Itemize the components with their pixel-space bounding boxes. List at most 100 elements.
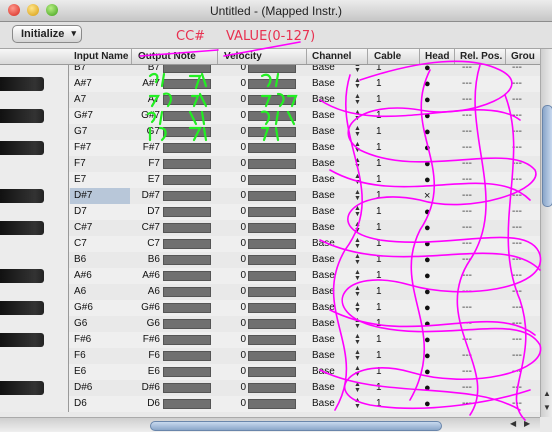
cable-value[interactable]: 1	[376, 268, 382, 284]
velocity-value[interactable]: 0	[226, 396, 246, 412]
scroll-up-arrow-icon[interactable]: ▲	[543, 389, 551, 398]
channel-value[interactable]: Base	[312, 300, 335, 316]
input-name-cell[interactable]: F#7	[70, 140, 130, 156]
table-row[interactable]: C7 C7 0 Base ▲ ▼ 1 ● --- ---	[0, 236, 540, 252]
group-value[interactable]: ---	[512, 76, 522, 92]
note-head-icon[interactable]: ●	[424, 172, 431, 188]
table-row[interactable]: D7 D7 0 Base ▲ ▼ 1 ● --- ---	[0, 204, 540, 220]
output-note-value[interactable]: D#7	[134, 188, 160, 204]
input-name-cell[interactable]: D7	[70, 204, 130, 220]
note-head-icon[interactable]: ●	[424, 252, 431, 268]
velocity-value[interactable]: 0	[226, 364, 246, 380]
piano-key[interactable]	[0, 220, 69, 236]
cable-value[interactable]: 1	[376, 252, 382, 268]
output-note-slider[interactable]	[163, 303, 211, 313]
channel-stepper-icon[interactable]: ▲▼	[354, 189, 361, 202]
input-name-cell[interactable]: F#6	[70, 332, 130, 348]
channel-stepper-icon[interactable]: ▲▼	[354, 77, 361, 90]
output-note-slider[interactable]	[163, 335, 211, 345]
group-value[interactable]: ---	[512, 65, 522, 76]
channel-value[interactable]: Base	[312, 108, 335, 124]
group-value[interactable]: ---	[512, 108, 522, 124]
table-row[interactable]: F6 F6 0 Base ▲ ▼ 1 ● --- ---	[0, 348, 540, 364]
velocity-value[interactable]: 0	[226, 268, 246, 284]
group-value[interactable]: ---	[512, 156, 522, 172]
output-note-value[interactable]: C#7	[134, 220, 160, 236]
velocity-slider[interactable]	[248, 255, 296, 265]
table-row[interactable]: G7 G7 0 Base ▲ ▼ 1 ● --- ---	[0, 124, 540, 140]
channel-stepper-icon[interactable]: ▲▼	[354, 365, 361, 378]
rel-pos-value[interactable]: ---	[462, 380, 472, 396]
column-divider[interactable]	[505, 49, 506, 64]
channel-stepper-icon[interactable]: ▲▼	[354, 65, 361, 74]
channel-value[interactable]: Base	[312, 220, 335, 236]
piano-key[interactable]	[0, 124, 69, 140]
group-value[interactable]: ---	[512, 124, 522, 140]
table-row[interactable]: E6 E6 0 Base ▲ ▼ 1 ● --- ---	[0, 364, 540, 380]
input-name-cell[interactable]: C#7	[70, 220, 130, 236]
cable-value[interactable]: 1	[376, 124, 382, 140]
cable-value[interactable]: 1	[376, 348, 382, 364]
velocity-slider[interactable]	[248, 207, 296, 217]
velocity-value[interactable]: 0	[226, 65, 246, 76]
group-value[interactable]: ---	[512, 396, 522, 412]
channel-value[interactable]: Base	[312, 252, 335, 268]
rel-pos-value[interactable]: ---	[462, 236, 472, 252]
channel-stepper-icon[interactable]: ▲▼	[354, 253, 361, 266]
velocity-value[interactable]: 0	[226, 156, 246, 172]
note-head-icon[interactable]: ●	[424, 76, 431, 92]
piano-key[interactable]	[0, 364, 69, 380]
output-note-value[interactable]: D7	[134, 204, 160, 220]
piano-key[interactable]	[0, 156, 69, 172]
output-note-slider[interactable]	[163, 383, 211, 393]
channel-stepper-icon[interactable]: ▲▼	[354, 285, 361, 298]
note-head-icon[interactable]: ●	[424, 268, 431, 284]
table-row[interactable]: G#7 G#7 0 Base ▲ ▼ 1 ● --- ---	[0, 108, 540, 124]
rel-pos-value[interactable]: ---	[462, 172, 472, 188]
channel-stepper-icon[interactable]: ▲▼	[354, 317, 361, 330]
header-input-name[interactable]: Input Name	[74, 51, 128, 62]
channel-value[interactable]: Base	[312, 172, 335, 188]
velocity-value[interactable]: 0	[226, 92, 246, 108]
horizontal-scrollbar[interactable]: ◀ ▶	[0, 417, 540, 432]
cable-value[interactable]: 1	[376, 188, 382, 204]
group-value[interactable]: ---	[512, 140, 522, 156]
rel-pos-value[interactable]: ---	[462, 348, 472, 364]
velocity-slider[interactable]	[248, 335, 296, 345]
output-note-value[interactable]: G#6	[134, 300, 160, 316]
channel-value[interactable]: Base	[312, 236, 335, 252]
rel-pos-value[interactable]: ---	[462, 364, 472, 380]
rel-pos-value[interactable]: ---	[462, 140, 472, 156]
rel-pos-value[interactable]: ---	[462, 396, 472, 412]
table-row[interactable]: D#7 D#7 0 Base ▲ ▼ 1 × --- ---	[0, 188, 540, 204]
velocity-value[interactable]: 0	[226, 236, 246, 252]
velocity-value[interactable]: 0	[226, 172, 246, 188]
note-head-icon[interactable]: ●	[424, 140, 431, 156]
group-value[interactable]: ---	[512, 348, 522, 364]
cable-value[interactable]: 1	[376, 236, 382, 252]
input-name-cell[interactable]: D#7	[70, 188, 130, 204]
output-note-value[interactable]: F7	[134, 156, 160, 172]
rel-pos-value[interactable]: ---	[462, 156, 472, 172]
output-note-value[interactable]: A#6	[134, 268, 160, 284]
output-note-value[interactable]: F#7	[134, 140, 160, 156]
output-note-slider[interactable]	[163, 271, 211, 281]
input-name-cell[interactable]: G#7	[70, 108, 130, 124]
table-row[interactable]: A6 A6 0 Base ▲ ▼ 1 ● --- ---	[0, 284, 540, 300]
piano-key[interactable]	[0, 172, 69, 188]
channel-value[interactable]: Base	[312, 76, 335, 92]
table-row[interactable]: G#6 G#6 0 Base ▲ ▼ 1 ● --- ---	[0, 300, 540, 316]
output-note-value[interactable]: G6	[134, 316, 160, 332]
group-value[interactable]: ---	[512, 300, 522, 316]
velocity-value[interactable]: 0	[226, 348, 246, 364]
black-key[interactable]	[0, 301, 44, 315]
group-value[interactable]: ---	[512, 268, 522, 284]
note-head-icon[interactable]: ●	[424, 236, 431, 252]
velocity-value[interactable]: 0	[226, 316, 246, 332]
table-row[interactable]: A#7 A#7 0 Base ▲ ▼ 1 ● --- ---	[0, 76, 540, 92]
output-note-slider[interactable]	[163, 111, 211, 121]
piano-key[interactable]	[0, 284, 69, 300]
piano-key[interactable]	[0, 65, 69, 76]
channel-value[interactable]: Base	[312, 204, 335, 220]
cable-value[interactable]: 1	[376, 92, 382, 108]
